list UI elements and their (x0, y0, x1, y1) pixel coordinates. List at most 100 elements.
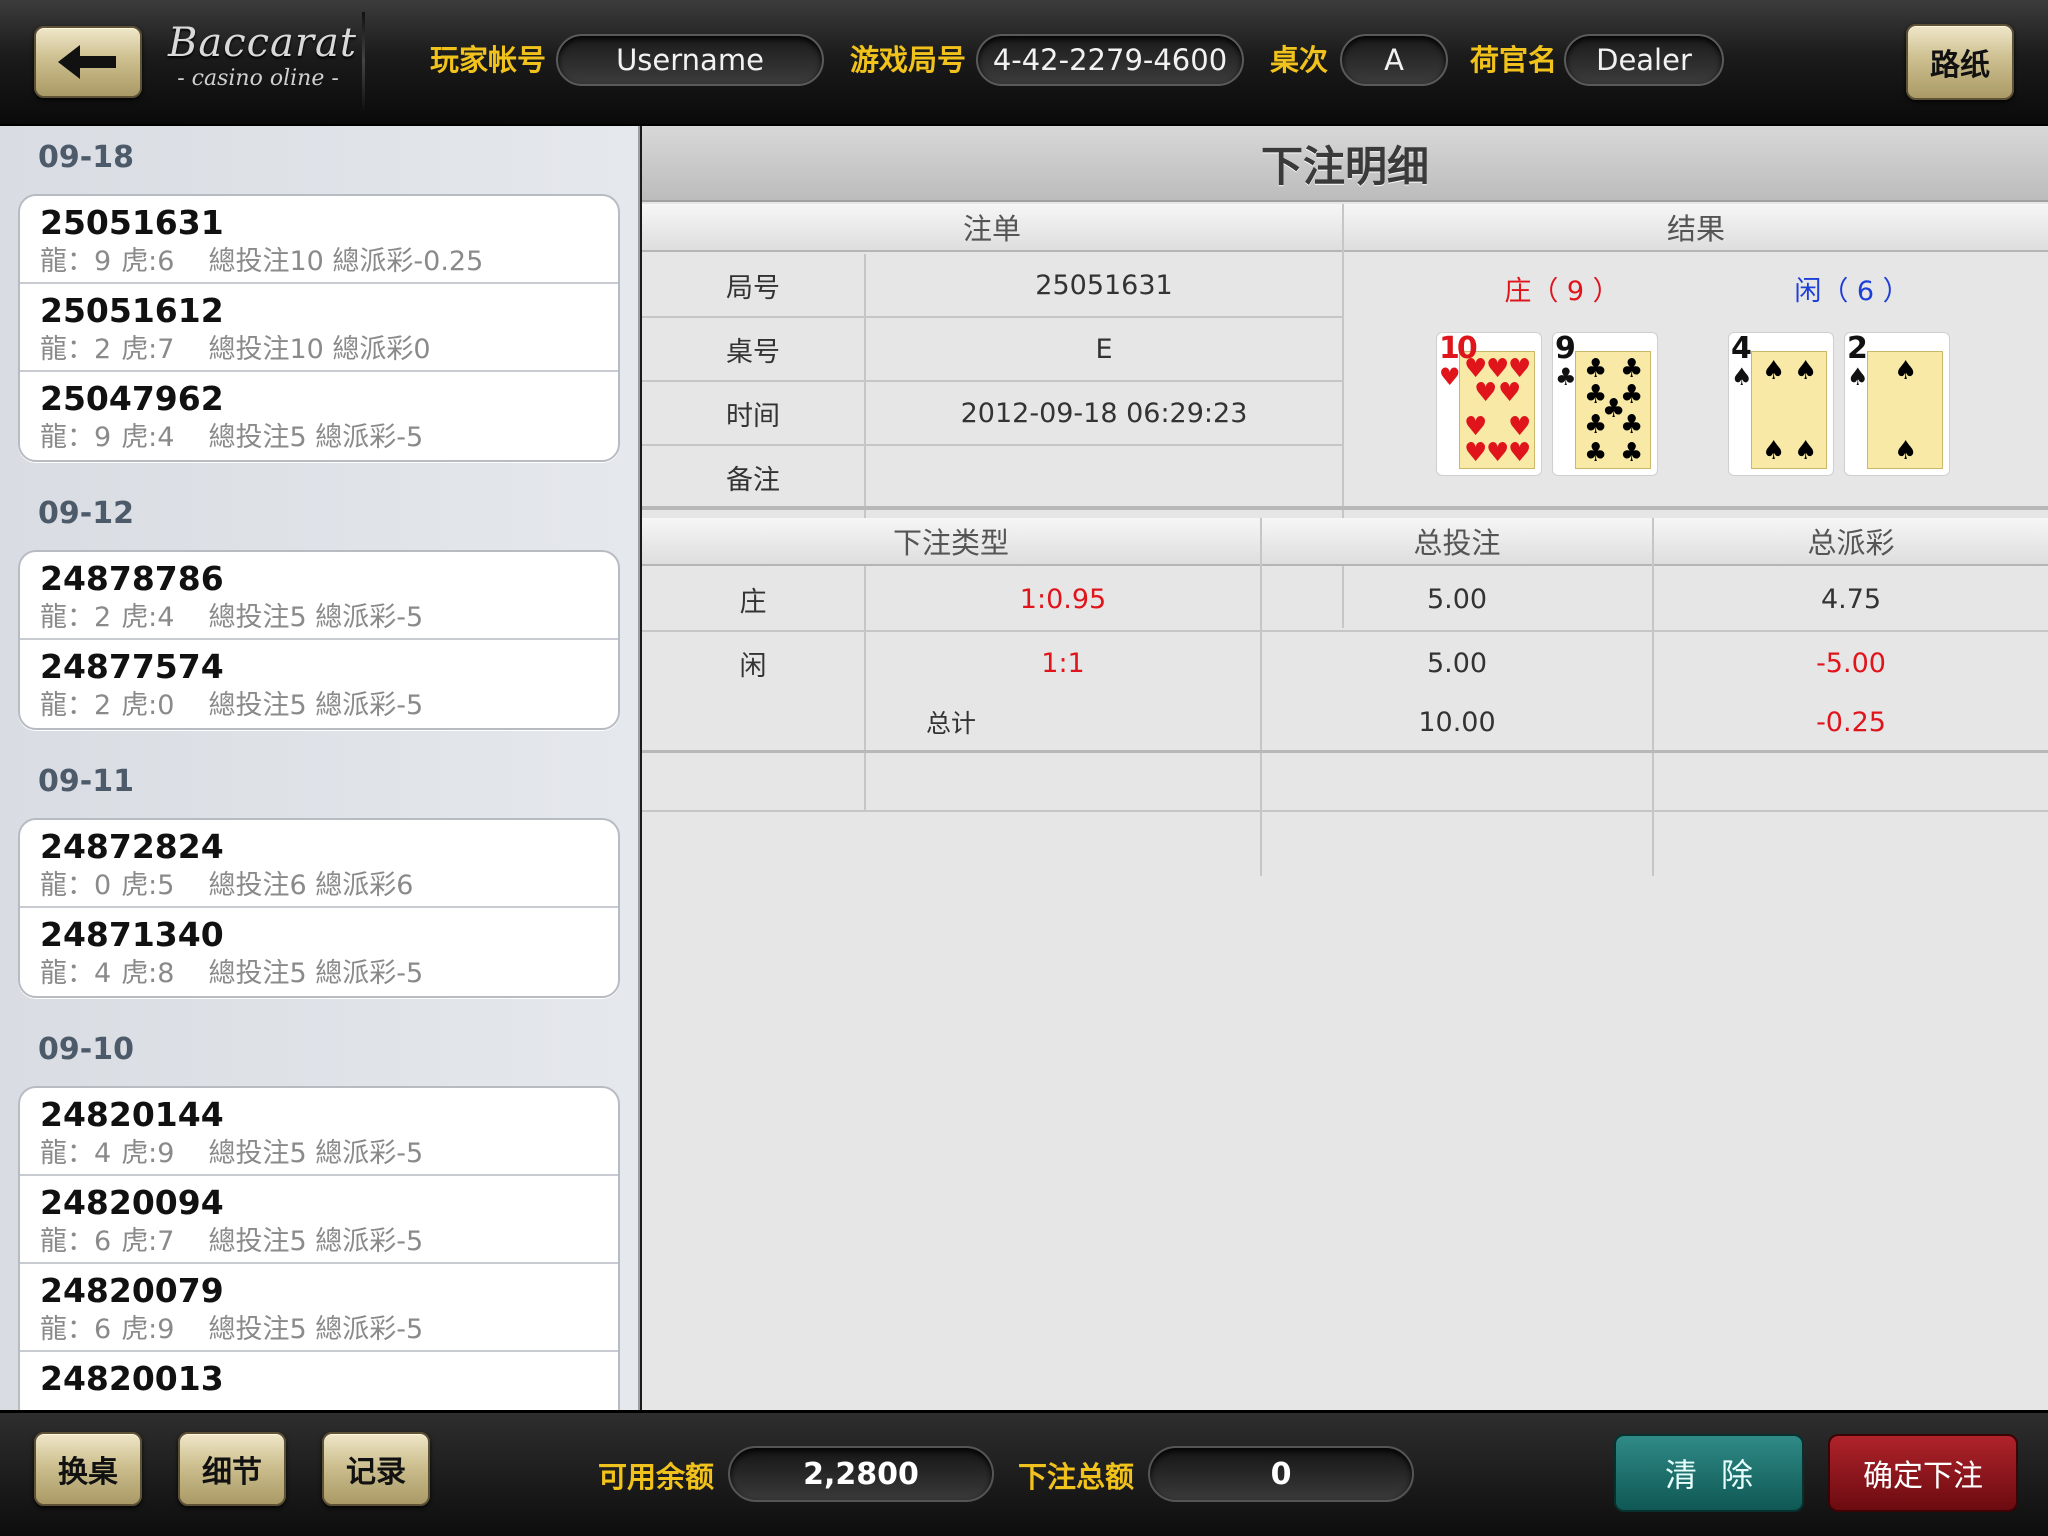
dragon-score: 龍：4 (40, 1138, 112, 1169)
app-logo: Baccarat - casino oline - (168, 20, 357, 100)
balance-label: 可用余额 (598, 1460, 715, 1494)
table-id-value: E (1095, 333, 1113, 365)
history-item-summary (40, 1400, 618, 1410)
bet-summary: 總投注5 總派彩-5 (208, 602, 424, 633)
history-item-id: 25051612 (40, 291, 224, 330)
dragon-score: 龍：9 (40, 422, 112, 453)
history-item[interactable]: 24820094 龍：6 虎:7 總投注5 總派彩-5 (20, 1176, 618, 1264)
confirm-bet-button[interactable]: 确定下注 (1828, 1434, 2018, 1512)
heart-icon: ♥ (1439, 363, 1461, 391)
date-header: 09-10 (38, 1032, 134, 1067)
history-item[interactable]: 24820013 (20, 1352, 618, 1410)
dragon-score: 龍：2 (40, 334, 112, 365)
time-value: 2012-09-18 06:29:23 (960, 397, 1248, 429)
history-item[interactable]: 24820079 龍：6 虎:9 總投注5 總派彩-5 (20, 1264, 618, 1352)
card-rank: 4 (1731, 332, 1752, 366)
history-item-id: 24871340 (40, 915, 224, 954)
history-item-id: 24820013 (40, 1359, 224, 1398)
logo-title: Baccarat (168, 20, 357, 66)
tiger-score: 虎:4 (121, 422, 175, 453)
tiger-score: 虎:7 (121, 334, 175, 365)
player-score-label: 闲（ 6 ） (1794, 275, 1910, 307)
total-payout-header: 总派彩 (1654, 518, 2048, 566)
round-number-label: 游戏局号 (850, 43, 967, 77)
history-item[interactable]: 24877574 龍：2 虎:0 總投注5 總派彩-5 (20, 640, 618, 728)
history-list[interactable]: 09-18 25051631 龍：9 虎:6 總投注10 總派彩-0.25 2505… (0, 126, 640, 1410)
remark-value (866, 446, 1342, 508)
result-header: 结果 (1344, 204, 2048, 252)
top-bar: Baccarat - casino oline - 玩家帐号 Username … (0, 0, 2048, 126)
history-item-id: 24878786 (40, 559, 224, 598)
playing-card-4-spades: ♠ ♠ ♠ ♠ 4 ♠ (1728, 332, 1834, 476)
dragon-score: 龍：4 (40, 958, 112, 989)
bet-odds: 1:0.95 (1019, 583, 1107, 615)
tiger-score: 虎:9 (121, 1138, 175, 1169)
road-map-button[interactable]: 路纸 (1906, 24, 2014, 100)
payout-amount: -5.00 (1816, 647, 1886, 679)
divider (642, 810, 2048, 812)
history-item-id: 24820094 (40, 1183, 224, 1222)
history-item[interactable]: 24872824 龍：0 虎:5 總投注6 總派彩6 (20, 820, 618, 908)
back-button[interactable] (34, 26, 142, 98)
table-bottom-border (642, 750, 2048, 753)
bet-odds: 1:1 (1041, 647, 1085, 679)
banker-score-label: 庄（ 9 ） (1504, 275, 1620, 307)
clear-button[interactable]: 清除 (1614, 1434, 1804, 1512)
playing-card-2-spades: ♠ ♠ 2 ♠ (1844, 332, 1950, 476)
dragon-score: 龍：2 (40, 602, 112, 633)
field-label: 桌号 (726, 336, 780, 368)
history-item-summary: 龍：4 虎:9 總投注5 總派彩-5 (40, 1136, 618, 1172)
field-label: 时间 (726, 400, 780, 432)
tiger-score: 虎:4 (121, 602, 175, 633)
history-group: 24820144 龍：4 虎:9 總投注5 總派彩-5 24820094 龍：6 虎:… (18, 1086, 620, 1410)
bet-summary: 總投注10 總派彩-0.25 (208, 246, 484, 277)
detail-title-bar: 下注明细 (642, 126, 2048, 202)
total-bet-header: 总投注 (1262, 518, 1652, 566)
bet-summary: 總投注5 總派彩-5 (208, 1314, 424, 1345)
date-header: 09-11 (38, 764, 134, 799)
dragon-score: 龍：6 (40, 1314, 112, 1345)
tiger-score: 虎:5 (121, 870, 175, 901)
change-table-button[interactable]: 换桌 (34, 1432, 142, 1506)
field-label: 备注 (726, 464, 780, 496)
card-rank: 10 (1439, 332, 1478, 366)
bet-summary: 總投注6 總派彩6 (208, 870, 414, 901)
history-item-summary: 龍：2 虎:7 總投注10 總派彩0 (40, 332, 618, 368)
round-id-value: 25051631 (1035, 269, 1173, 301)
field-label: 局号 (726, 272, 780, 304)
card-rank: 2 (1847, 332, 1868, 366)
date-header: 09-18 (38, 140, 134, 175)
order-header: 注单 (642, 204, 1342, 252)
bet-summary: 總投注5 總派彩-5 (208, 422, 424, 453)
history-item-id: 25047962 (40, 379, 224, 418)
logo-subtitle: - casino oline - (177, 66, 339, 91)
bet-amount: 5.00 (1426, 583, 1488, 615)
details-button[interactable]: 细节 (178, 1432, 286, 1506)
table-label: 桌次 (1270, 43, 1329, 77)
tiger-score: 虎:6 (121, 246, 175, 277)
dragon-score: 龍：6 (40, 1226, 112, 1257)
history-item[interactable]: 24820144 龍：4 虎:9 總投注5 總派彩-5 (20, 1088, 618, 1176)
bet-total-value: 0 (1148, 1446, 1414, 1502)
history-item[interactable]: 24878786 龍：2 虎:4 總投注5 總派彩-5 (20, 552, 618, 640)
detail-title: 下注明细 (1260, 141, 1429, 191)
dragon-score: 龍：2 (40, 690, 112, 721)
records-button[interactable]: 记录 (322, 1432, 430, 1506)
club-icon: ♣ (1555, 363, 1577, 391)
dragon-score: 龍：9 (40, 246, 112, 277)
history-item-summary: 龍：4 虎:8 總投注5 總派彩-5 (40, 956, 618, 992)
bet-total-label: 下注总额 (1018, 1460, 1135, 1494)
history-item-summary: 龍：9 虎:4 總投注5 總派彩-5 (40, 420, 618, 456)
history-group: 24872824 龍：0 虎:5 總投注6 總派彩6 24871340 龍：4 虎:8… (18, 818, 620, 998)
payout-amount: 4.75 (1820, 583, 1882, 615)
bet-summary: 總投注5 總派彩-5 (208, 1138, 424, 1169)
history-item[interactable]: 25051612 龍：2 虎:7 總投注10 總派彩0 (20, 284, 618, 372)
date-header: 09-12 (38, 496, 134, 531)
history-item[interactable]: 25047962 龍：9 虎:4 總投注5 總派彩-5 (20, 372, 618, 460)
bet-amount: 5.00 (1426, 647, 1488, 679)
history-item[interactable]: 25051631 龍：9 虎:6 總投注10 總派彩-0.25 (20, 196, 618, 284)
history-item-id: 24877574 (40, 647, 224, 686)
history-item-summary: 龍：2 虎:0 總投注5 總派彩-5 (40, 688, 618, 724)
history-item[interactable]: 24871340 龍：4 虎:8 總投注5 總派彩-5 (20, 908, 618, 996)
back-arrow-icon (58, 45, 116, 79)
